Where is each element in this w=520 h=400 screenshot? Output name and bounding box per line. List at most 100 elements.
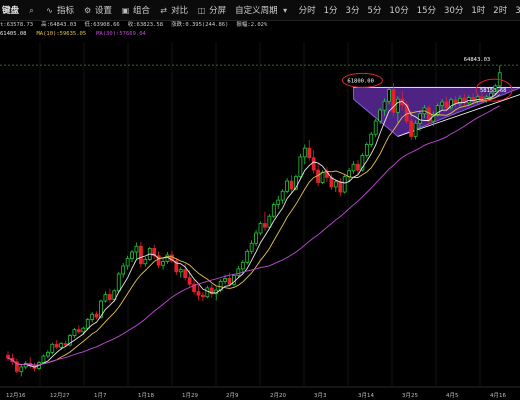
candle-body bbox=[276, 199, 281, 205]
moving-average-legend: 61405.08 MA(10):59635.05 MA(30):57669.04 bbox=[0, 31, 520, 40]
timeframe-tab[interactable]: 5分 bbox=[367, 6, 381, 16]
x-tick-label: 3月3 bbox=[314, 392, 327, 399]
toolbar-button-item-5[interactable]: ◫ 分屏 bbox=[197, 4, 227, 17]
timeframe-tab[interactable]: 1分 bbox=[324, 6, 338, 16]
candle-body bbox=[201, 294, 205, 298]
ohlc-value: 高:64843.03 bbox=[41, 22, 77, 28]
timeframe-tab[interactable]: 10分 bbox=[389, 6, 408, 16]
candle-body bbox=[54, 343, 59, 348]
x-tick-label: 12月27 bbox=[50, 392, 70, 399]
x-tick-label: 1月29 bbox=[182, 392, 198, 399]
candle-body bbox=[280, 190, 285, 201]
ohlc-value: t:63578.73 bbox=[0, 22, 34, 28]
candle-body bbox=[103, 294, 108, 302]
candle-body bbox=[94, 313, 99, 318]
custom-period-button[interactable]: 自定义周期 ▾ bbox=[235, 4, 290, 17]
compare-icon: ⇄ bbox=[160, 5, 167, 15]
candle-body bbox=[72, 329, 77, 336]
search-icon: ⌕ bbox=[29, 5, 34, 15]
toolbar-button-item-4[interactable]: ⇄ 对比 bbox=[159, 4, 189, 17]
candle-body bbox=[85, 318, 90, 329]
x-tick-label: 4月5 bbox=[446, 392, 459, 399]
candle-body bbox=[395, 98, 400, 113]
candle-body bbox=[444, 101, 449, 109]
x-tick-label: 3月25 bbox=[402, 392, 418, 399]
settings-icon: ⚙ bbox=[83, 5, 92, 15]
x-tick-label: 1月7 bbox=[94, 392, 107, 399]
ohlc-value: 振幅:2.02% bbox=[236, 22, 268, 28]
ma30-line bbox=[7, 105, 500, 366]
candle-body bbox=[59, 343, 64, 348]
toolbar-button-label: 对比 bbox=[171, 6, 189, 16]
candle-body bbox=[249, 242, 254, 252]
candle-body bbox=[254, 232, 258, 244]
indicator-icon: ∿ bbox=[46, 5, 53, 15]
timeframe-tab[interactable]: 3分 bbox=[346, 6, 360, 16]
timeframe-tab[interactable]: 分时 bbox=[299, 6, 316, 16]
timeframe-tab[interactable]: 30分 bbox=[444, 6, 463, 16]
candle-body bbox=[258, 223, 263, 234]
candle-body bbox=[161, 261, 165, 266]
candle-body bbox=[125, 258, 130, 267]
x-axis: 12月16 12月27 1月7 1月18 1月29 2月9 2月20 3月3 3月14 3月25 4… bbox=[0, 386, 520, 399]
candle-body bbox=[45, 351, 50, 357]
candle-body bbox=[183, 269, 188, 279]
x-tick-label: 2月9 bbox=[226, 392, 239, 399]
trading-chart-window: 64843.03 61800.00 58153.68 12月16 12月27 1月7 1月… bbox=[0, 0, 520, 400]
candle-body bbox=[41, 355, 46, 363]
candle-body bbox=[311, 157, 316, 171]
candle-body bbox=[418, 113, 422, 124]
candle-body bbox=[227, 278, 232, 285]
candle-body bbox=[289, 180, 294, 190]
candle-body bbox=[271, 204, 276, 217]
symbol-label[interactable]: 键盘 bbox=[2, 4, 19, 16]
ma5-line bbox=[7, 89, 501, 368]
candle-body bbox=[134, 245, 139, 253]
toolbar-button-label: 组合 bbox=[133, 6, 151, 16]
candle-body bbox=[351, 163, 356, 172]
candle-body bbox=[263, 223, 267, 228]
candle-body bbox=[196, 291, 201, 296]
candle-body bbox=[387, 89, 391, 102]
candle-body bbox=[6, 354, 10, 359]
ohlc-value: 涨跌:0.395(244.86) bbox=[171, 22, 229, 28]
candle-body bbox=[63, 343, 68, 346]
candle-body bbox=[320, 171, 325, 183]
candle-body bbox=[285, 180, 289, 192]
candle-body bbox=[76, 329, 81, 333]
candle-body bbox=[356, 163, 360, 171]
timeframe-tab[interactable]: 15分 bbox=[417, 6, 436, 16]
candle-body bbox=[364, 144, 369, 156]
toolbar-button-search[interactable]: ⌕ bbox=[27, 6, 36, 15]
x-tick-label: 4月16 bbox=[490, 392, 506, 399]
moving-average-lines bbox=[7, 89, 501, 368]
candle-body bbox=[338, 181, 343, 193]
ohlc-value: 收:63823.58 bbox=[127, 22, 164, 28]
candle-body bbox=[236, 268, 241, 276]
x-tick-label: 2月20 bbox=[270, 392, 286, 399]
candle-body bbox=[342, 176, 347, 193]
level-right-label: 58153.68 bbox=[480, 88, 507, 94]
candle-body bbox=[19, 366, 24, 372]
candle-body bbox=[378, 109, 383, 122]
level-top-label: 61800.00 bbox=[347, 78, 374, 84]
ohlc-status-bar: t:63578.73 高:64843.03 低:63908.66 收:63823.58… bbox=[0, 20, 520, 31]
price-chart[interactable]: 64843.03 61800.00 58153.68 12月16 12月27 1月7 1月… bbox=[0, 0, 520, 400]
timeframe-tab[interactable]: 3时 bbox=[515, 6, 520, 16]
chevron-down-icon: ▾ bbox=[283, 5, 288, 15]
toolbar-button-item-1[interactable]: ∿ 指标 bbox=[45, 4, 74, 17]
candle-body bbox=[267, 215, 272, 228]
toolbar-button-item-3[interactable]: ▣ 组合 bbox=[121, 4, 151, 17]
candle-body bbox=[307, 147, 312, 159]
toolbar-button-label: 分屏 bbox=[209, 6, 227, 16]
candle-body bbox=[440, 101, 445, 107]
candle-body bbox=[391, 89, 396, 113]
candle-body bbox=[143, 258, 148, 265]
candle-body bbox=[223, 278, 227, 282]
toolbar-button-label: 设置 bbox=[95, 6, 113, 16]
custom-period-label: 自定义周期 bbox=[235, 6, 278, 16]
candle-body bbox=[205, 287, 210, 298]
timeframe-tab[interactable]: 1时 bbox=[471, 6, 485, 16]
timeframe-tab[interactable]: 2时 bbox=[493, 6, 507, 16]
toolbar-button-item-2[interactable]: ⚙ 设置 bbox=[83, 4, 113, 17]
